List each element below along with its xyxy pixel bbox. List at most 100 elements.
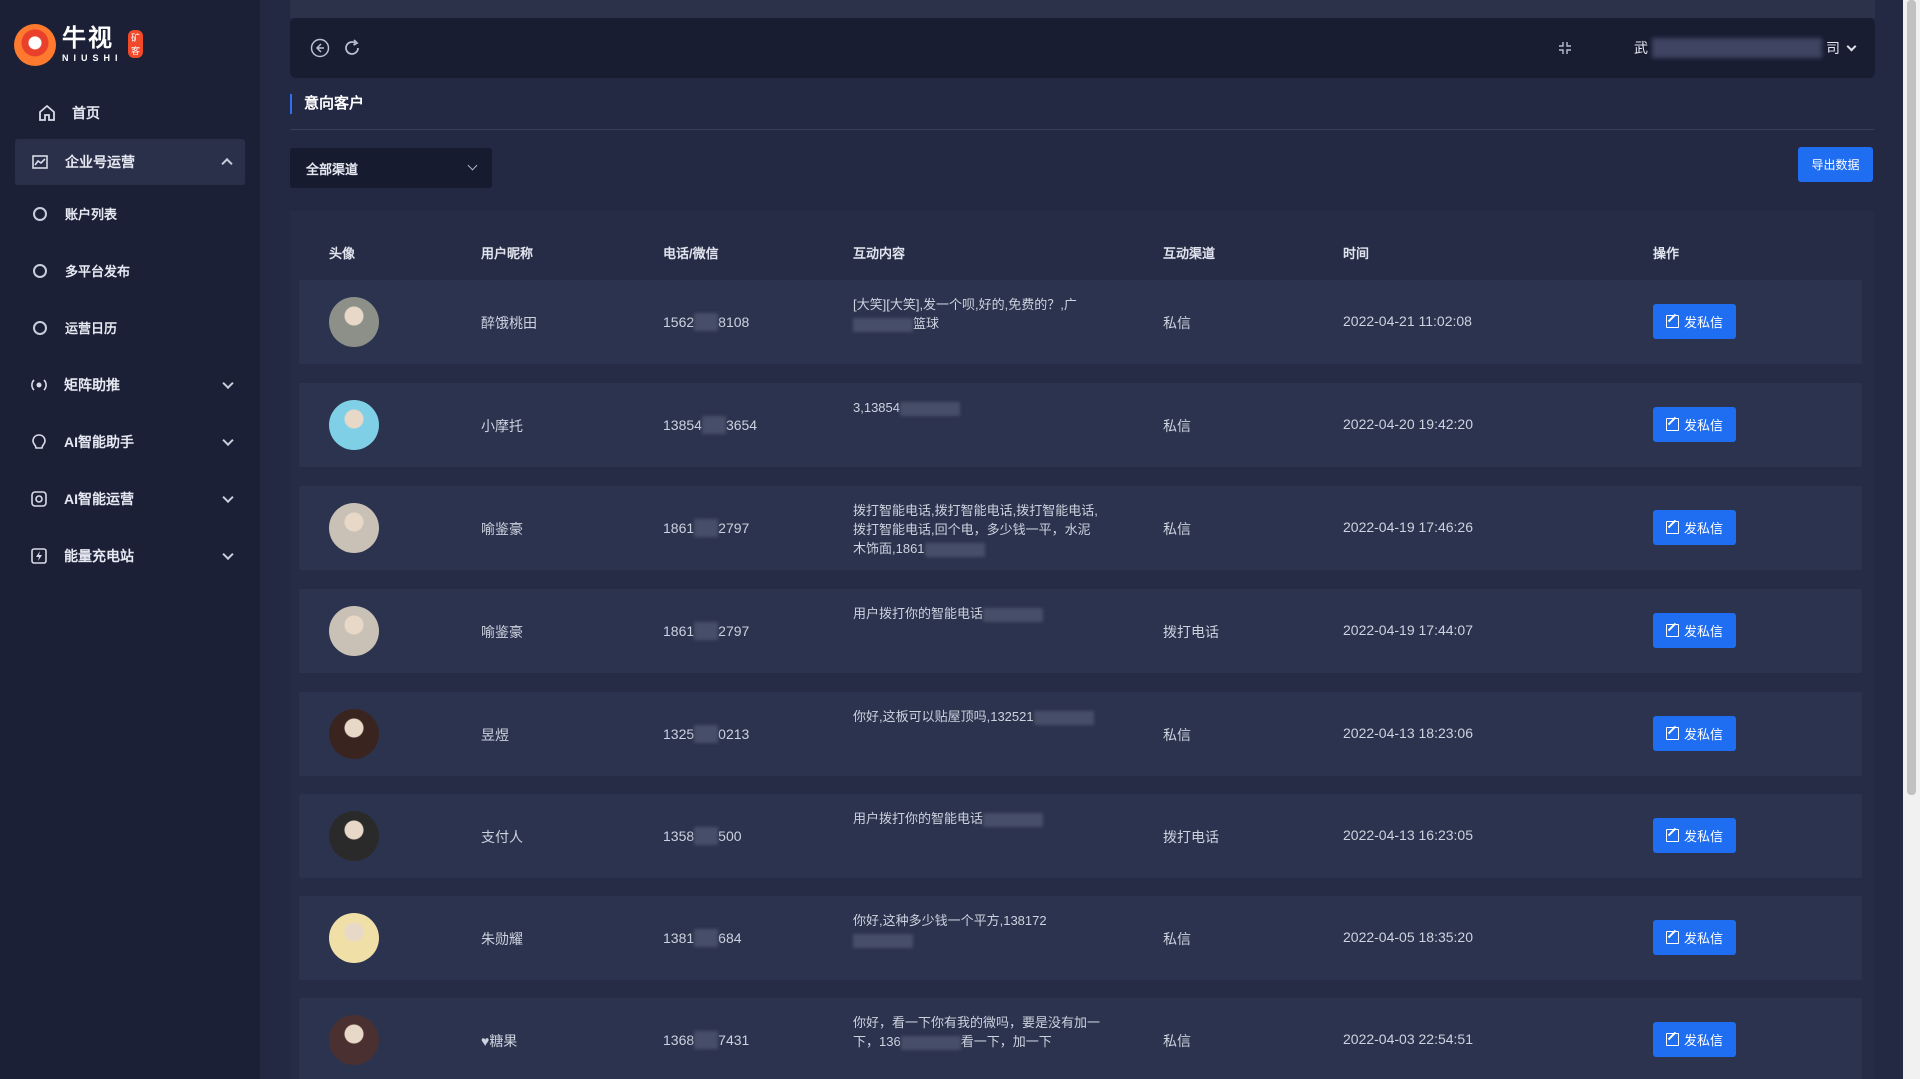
brand-logo[interactable]: 牛视 NIUSHI 矿客 [14,22,144,68]
redaction-mask [694,1031,719,1049]
send-message-button[interactable]: 发私信 [1653,407,1736,442]
row-nickname: 朱勋耀 [481,931,523,947]
send-message-button[interactable]: 发私信 [1653,1022,1736,1057]
topbar-strip [290,0,1875,18]
sidebar-item-label: 能量充电站 [64,547,134,564]
sidebar-item-energy-station[interactable]: 能量充电站 [0,527,260,584]
refresh-icon[interactable] [342,38,362,58]
broadcast-icon [30,376,48,394]
row-channel: 拨打电话 [1163,829,1219,845]
send-message-button[interactable]: 发私信 [1653,510,1736,545]
lightning-icon [30,547,48,565]
row-content: 用户拨打你的智能电话 [853,604,1103,623]
row-channel: 私信 [1163,1033,1191,1049]
column-header-channel: 互动渠道 [1163,246,1216,261]
sidebar-item-ai-assistant[interactable]: AI智能助手 [0,413,260,470]
redaction-mask [853,933,913,948]
fullscreen-exit-icon[interactable] [1555,38,1575,58]
chevron-up-icon [221,157,233,170]
row-channel: 私信 [1163,418,1191,434]
row-phone: 1861 2797 [663,519,749,537]
send-message-label: 发私信 [1683,931,1723,946]
row-phone: 1368 7431 [663,1031,749,1049]
export-data-button[interactable]: 导出数据 [1798,147,1873,182]
customers-table: 头像 用户昵称 电话/微信 互动内容 互动渠道 时间 操作 醉饿桃田 1562 … [290,211,1874,1079]
table-row: ♥糖果 1368 7431 你好，看一下你有我的微吗，要是没有加一下，136 看一… [299,998,1862,1079]
chart-icon [31,153,49,171]
row-time: 2022-04-19 17:46:26 [1343,519,1473,535]
row-time: 2022-04-13 16:23:05 [1343,827,1473,843]
row-channel: 私信 [1163,521,1191,537]
row-phone-start: 1861 [663,623,695,639]
redaction-mask [694,929,719,947]
table-row: 支付人 1358 500 用户拨打你的智能电话 拨打电话 2022-04-13 … [299,794,1862,878]
edit-icon [1665,418,1679,431]
send-message-label: 发私信 [1683,727,1723,742]
column-header-actions: 操作 [1653,246,1680,261]
brand-logo-icon [14,24,56,66]
brand-name: 牛视 [62,25,114,52]
row-nickname: 小摩托 [481,418,523,434]
send-message-button[interactable]: 发私信 [1653,818,1736,853]
row-phone-start: 1562 [663,314,695,330]
send-message-button[interactable]: 发私信 [1653,920,1736,955]
column-header-content: 互动内容 [853,246,906,261]
circle-icon [33,206,47,221]
send-message-button[interactable]: 发私信 [1653,304,1736,339]
edit-icon [1665,315,1679,328]
row-content: 用户拨打你的智能电话 [853,809,1103,828]
sidebar-group-enterprise-ops[interactable]: 企业号运营 [15,139,245,185]
row-nickname: 喻鉴豪 [481,624,523,640]
user-menu[interactable]: 武 司 [1634,38,1857,58]
send-message-button[interactable]: 发私信 [1653,716,1736,751]
send-message-label: 发私信 [1683,315,1723,330]
redaction-mask [701,416,726,434]
row-content: 拨打智能电话,拨打智能电话,拨打智能电话,拨打智能电话,回个电，多少钱一平，水泥… [853,501,1103,558]
brand-badge: 矿客 [128,30,144,58]
column-header-phone: 电话/微信 [663,246,719,261]
back-icon[interactable] [310,38,330,58]
redaction-mask [694,519,719,537]
row-phone: 1381 684 [663,929,742,947]
row-phone-end: 0213 [718,726,750,742]
row-nickname: ♥糖果 [481,1033,518,1049]
topbar: 武 司 [290,18,1875,78]
row-channel: 私信 [1163,727,1191,743]
circle-icon [33,320,47,335]
sidebar-item-home[interactable]: 首页 [0,93,260,133]
edit-icon [1665,727,1679,740]
chevron-down-icon [222,548,234,560]
sidebar-item-matrix-boost[interactable]: 矩阵助推 [0,356,260,413]
sidebar-group-label: 企业号运营 [65,154,135,170]
send-message-button[interactable]: 发私信 [1653,613,1736,648]
table-row: 喻鉴豪 1861 2797 拨打智能电话,拨打智能电话,拨打智能电话,拨打智能电… [299,486,1862,570]
row-phone: 1325 0213 [663,725,749,743]
send-message-label: 发私信 [1683,829,1723,844]
row-time: 2022-04-19 17:44:07 [1343,622,1473,638]
row-phone-end: 3654 [725,417,758,433]
table-row: 醉饿桃田 1562 8108 [大笑][大笑],发一个呗,好的,免费的？,广篮球… [299,280,1862,364]
sidebar-item-multi-publish[interactable]: 多平台发布 [0,242,260,299]
scrollbar-thumb[interactable] [1907,0,1916,795]
scrollbar[interactable] [1903,0,1920,1079]
table-row: 昱煜 1325 0213 你好,这板可以贴屋顶吗,132521 私信 2022-… [299,692,1862,776]
page-title: 意向客户 [290,94,364,114]
row-time: 2022-04-13 18:23:06 [1343,725,1473,741]
sidebar-item-ai-ops[interactable]: AI智能运营 [0,470,260,527]
sidebar-item-ops-calendar[interactable]: 运营日历 [0,299,260,356]
brand-name-en: NIUSHI [62,53,123,63]
row-content-text: [大笑][大笑],发一个呗,好的,免费的？,广 [853,297,1077,312]
row-content: 你好，看一下你有我的微吗，要是没有加一下，136 看一下，加一下 [853,1013,1103,1051]
edit-icon [1665,521,1679,534]
row-content-text: 用户拨打你的智能电话 [853,606,984,621]
row-nickname: 醉饿桃田 [481,315,537,331]
redaction-mask [924,542,985,557]
row-phone-end: 2797 [718,520,750,536]
row-phone-start: 1861 [663,520,695,536]
divider [290,129,1874,130]
avatar [329,1015,379,1065]
channel-filter-select[interactable]: 全部渠道 [290,148,492,188]
sidebar-item-account-list[interactable]: 账户列表 [0,185,260,242]
column-header-time: 时间 [1343,246,1370,261]
row-content-tail: 看一下，加一下 [960,1034,1052,1049]
